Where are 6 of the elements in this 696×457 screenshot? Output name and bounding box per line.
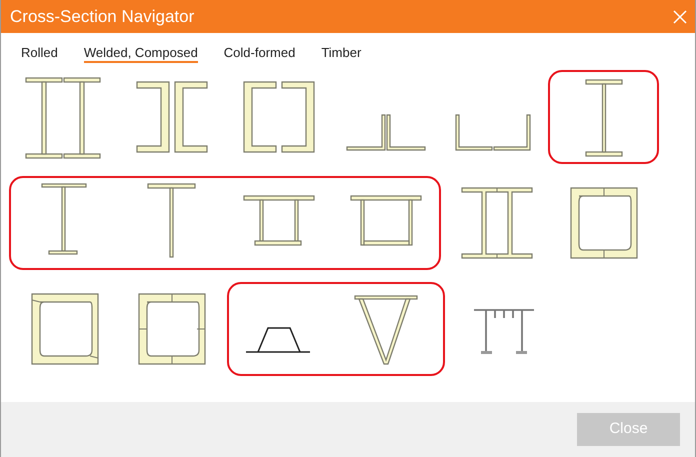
tab[interactable]: Timber xyxy=(321,44,362,63)
tab[interactable]: Welded, Composed xyxy=(84,44,198,63)
tab[interactable]: Rolled xyxy=(21,44,58,63)
close-icon[interactable] xyxy=(673,10,687,24)
window-title: Cross-Section Navigator xyxy=(10,6,194,28)
tab[interactable]: Cold-formed xyxy=(224,44,296,63)
